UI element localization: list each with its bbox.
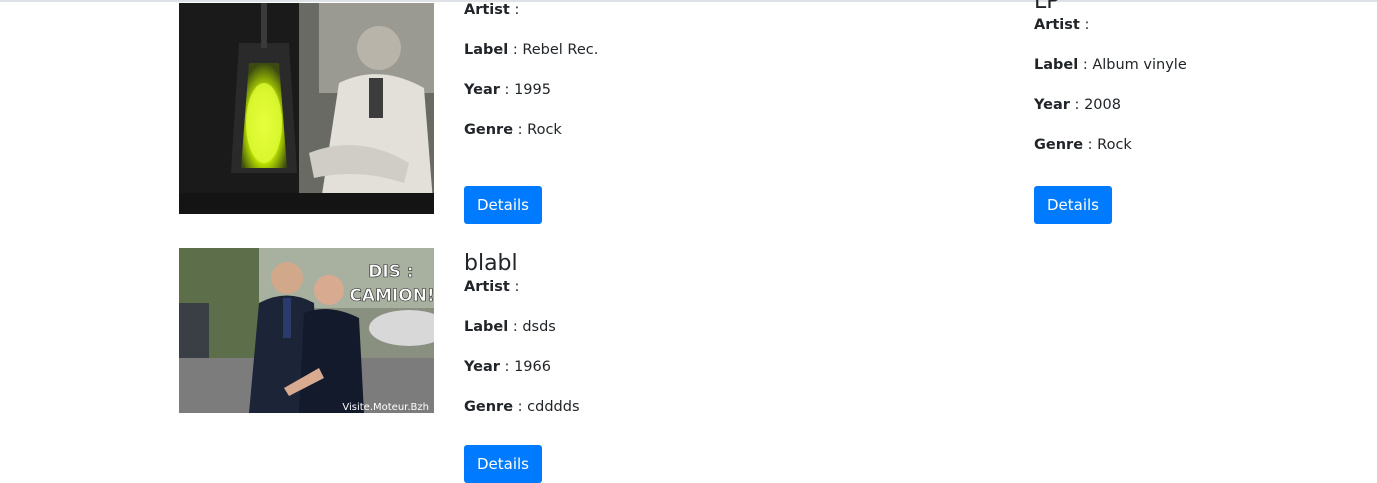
year-field: Year : 1966 [464, 359, 551, 375]
year-value: 2008 [1084, 97, 1121, 113]
label-field: Label : Album vinyle [1034, 57, 1187, 73]
genre-field: Genre : Rock [1034, 137, 1132, 153]
album-title: blabl [464, 251, 518, 276]
artist-field: Artist : [464, 2, 520, 18]
cover-caption-line-1: DIS : [368, 262, 413, 282]
details-button[interactable]: Details [1034, 186, 1113, 224]
album-title: LP [1034, 0, 1060, 14]
label-field: Label : dsds [464, 319, 556, 335]
year-field: Year : 2008 [1034, 97, 1121, 113]
genre-value: cdddds [527, 399, 580, 415]
genre-field: Genre : cdddds [464, 399, 580, 415]
artist-field: Artist : [464, 279, 520, 295]
year-value: 1995 [514, 82, 551, 98]
genre-field: Genre : Rock [464, 122, 562, 138]
details-button[interactable]: Details [464, 445, 543, 483]
artist-field: Artist : [1034, 17, 1090, 33]
album-card-info: Artist : Label : Rebel Rec. Year : 1995 … [464, 1, 598, 161]
album-cover-image [179, 3, 434, 214]
album-card-info: LP Artist : Label : Album vinyle Year : … [1034, 0, 1187, 176]
label-value: dsds [522, 319, 556, 335]
album-card-info: blabl Artist : Label : dsds Year : 1966 … [464, 250, 580, 438]
album-cover-image: DIS : CAMION! Visite.Moteur.Bzh [179, 248, 434, 413]
cover-caption-line-2: CAMION! [349, 286, 434, 306]
genre-value: Rock [1097, 137, 1132, 153]
cover-watermark: Visite.Moteur.Bzh [342, 402, 429, 413]
year-value: 1966 [514, 359, 551, 375]
label-value: Album vinyle [1092, 57, 1187, 73]
label-value: Rebel Rec. [522, 42, 599, 58]
details-button[interactable]: Details [464, 186, 543, 224]
genre-value: Rock [527, 122, 562, 138]
label-field: Label : Rebel Rec. [464, 42, 599, 58]
year-field: Year : 1995 [464, 82, 551, 98]
